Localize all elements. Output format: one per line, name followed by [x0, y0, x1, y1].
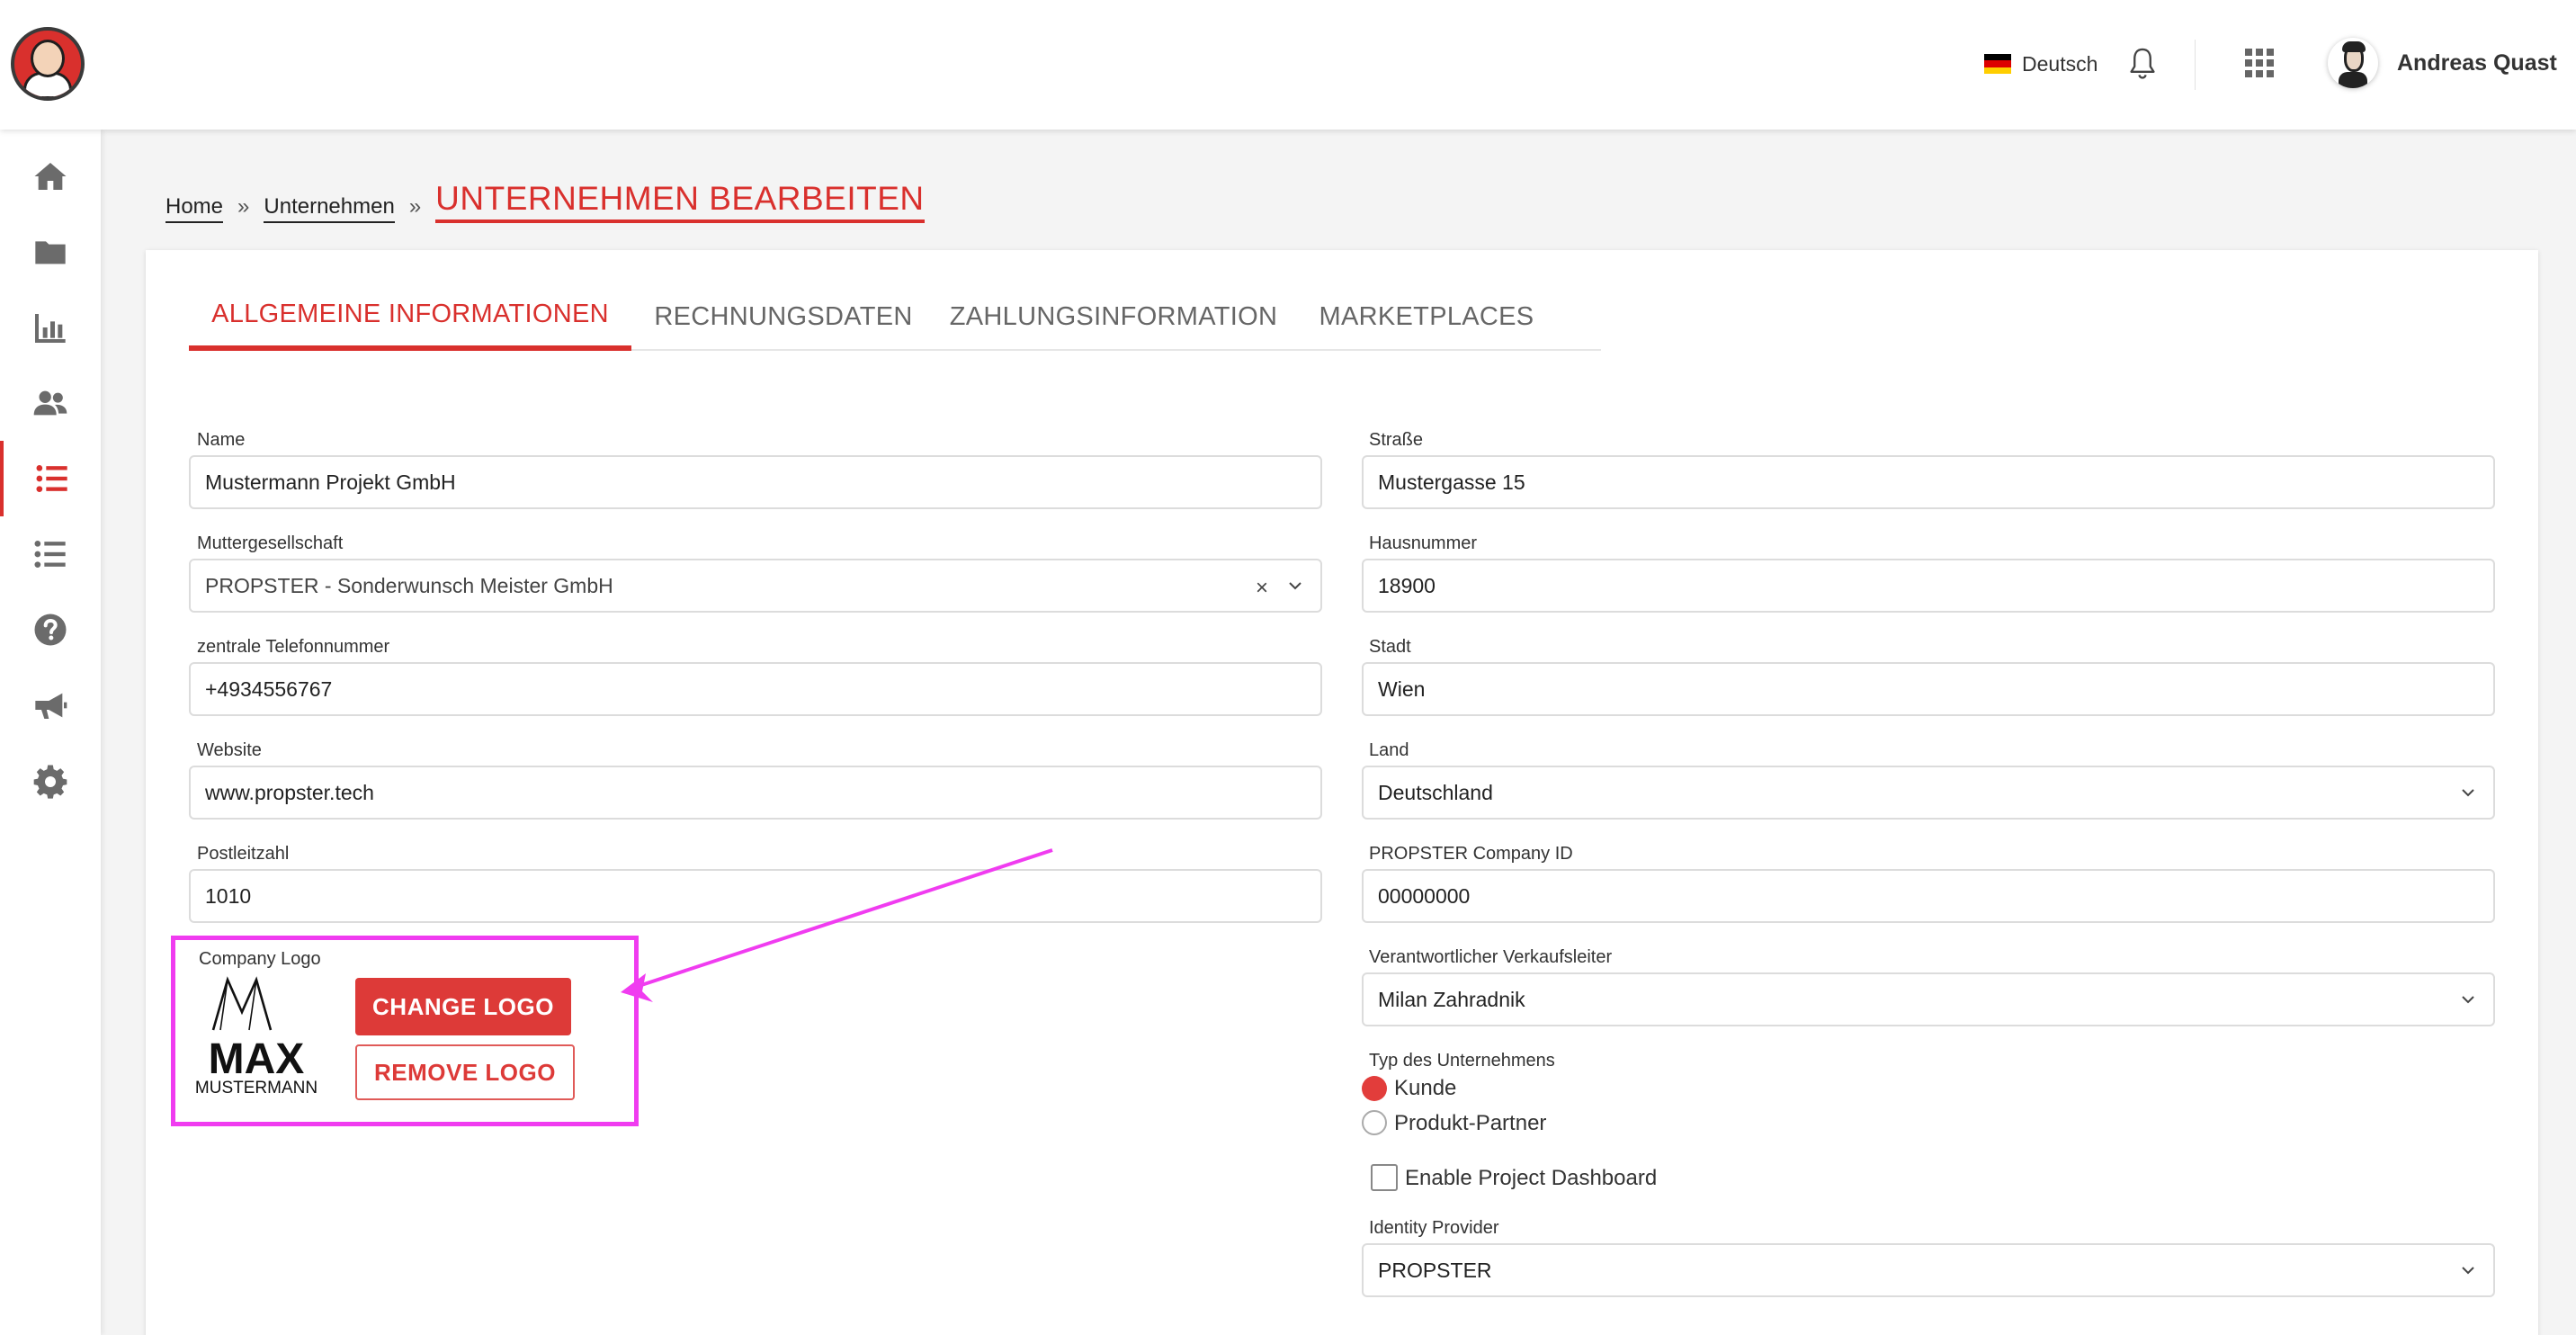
tab-marketplaces[interactable]: MARKETPLACES	[1302, 282, 1551, 351]
radio-product-partner[interactable]	[1362, 1110, 1387, 1135]
parent-company-select[interactable]: PROPSTER - Sonderwunsch Meister GmbH ×	[189, 559, 1322, 613]
page-title: UNTERNEHMEN BEARBEITEN	[435, 180, 925, 223]
country-label: Land	[1369, 740, 1409, 760]
city-input[interactable]: Wien	[1362, 662, 2495, 716]
logo-text-main: MAX	[209, 1035, 305, 1083]
sidebar-item-lists[interactable]	[0, 516, 101, 592]
identity-provider-label: Identity Provider	[1369, 1218, 1499, 1238]
sidebar-item-announcements[interactable]	[0, 668, 101, 743]
home-icon	[34, 163, 67, 190]
sales-lead-label: Verantwortlicher Verkaufsleiter	[1369, 947, 1613, 967]
remove-logo-button[interactable]: REMOVE LOGO	[355, 1044, 575, 1100]
company-id-label: PROPSTER Company ID	[1369, 844, 1573, 864]
identity-provider-select[interactable]: PROPSTER	[1362, 1243, 2495, 1297]
city-label: Stadt	[1369, 637, 1411, 657]
top-header: Deutsch Andreas Quast	[0, 0, 2576, 130]
avatar[interactable]	[2328, 38, 2378, 88]
radio-customer-label[interactable]: Kunde	[1394, 1076, 1456, 1101]
street-label: Straße	[1369, 430, 1424, 450]
website-input[interactable]: www.propster.tech	[189, 766, 1322, 820]
tab-billing-data[interactable]: RECHNUNGSDATEN	[642, 282, 925, 351]
zip-input[interactable]: 1010	[189, 869, 1322, 923]
breadcrumb-home[interactable]: Home	[165, 194, 224, 223]
folder-icon	[35, 241, 66, 264]
website-label: Website	[197, 740, 262, 760]
language-label: Deutsch	[2022, 51, 2098, 76]
dashboard-checkbox[interactable]	[1371, 1164, 1398, 1191]
chevron-down-icon[interactable]	[1288, 578, 1302, 593]
zip-label: Postleitzahl	[197, 844, 290, 864]
company-logo-image: MAX MUSTERMANN	[195, 976, 318, 1098]
language-selector[interactable]: Deutsch	[1984, 50, 2097, 77]
chevron-down-icon[interactable]	[2461, 1263, 2475, 1277]
company-logo-label: Company Logo	[199, 949, 321, 969]
sidebar-item-projects[interactable]	[0, 214, 101, 290]
house-number-label: Hausnummer	[1369, 533, 1478, 553]
bell-icon[interactable]	[2126, 47, 2159, 81]
sidebar	[0, 130, 101, 1335]
clear-icon[interactable]: ×	[1256, 576, 1268, 601]
gear-icon	[33, 765, 67, 799]
chevron-down-icon[interactable]	[2461, 992, 2475, 1007]
sidebar-item-home[interactable]	[0, 139, 101, 214]
identity-provider-value: PROPSTER	[1378, 1258, 1492, 1282]
company-type-label: Typ des Unternehmens	[1369, 1051, 1555, 1071]
breadcrumb-companies[interactable]: Unternehmen	[264, 194, 395, 223]
sidebar-item-settings[interactable]	[0, 743, 101, 819]
company-logo-section: Company Logo MAX MUSTERMANN CHANGE LOGO …	[171, 936, 639, 1126]
breadcrumb-separator: »	[408, 194, 422, 219]
radio-product-partner-label[interactable]: Produkt-Partner	[1394, 1111, 1546, 1136]
street-input[interactable]: Mustergasse 15	[1362, 455, 2495, 509]
header-divider	[2195, 40, 2196, 90]
brand-logo[interactable]	[11, 27, 85, 101]
breadcrumb-separator: »	[237, 194, 250, 219]
company-id-input[interactable]: 00000000	[1362, 869, 2495, 923]
tab-bar: ALLGEMEINE INFORMATIONEN RECHNUNGSDATEN …	[189, 282, 1601, 351]
list-icon	[36, 465, 67, 492]
megaphone-icon	[35, 693, 67, 719]
logo-text-sub: MUSTERMANN	[195, 1079, 318, 1098]
parent-company-value: PROPSTER - Sonderwunsch Meister GmbH	[205, 573, 613, 597]
tab-general-info[interactable]: ALLGEMEINE INFORMATIONEN	[189, 282, 631, 351]
breadcrumb: Home » Unternehmen » UNTERNEHMEN BEARBEI…	[165, 169, 925, 223]
help-icon	[34, 614, 67, 646]
tab-payment-info[interactable]: ZAHLUNGSINFORMATION	[935, 282, 1292, 351]
sidebar-item-users[interactable]	[0, 365, 101, 441]
user-name[interactable]: Andreas Quast	[2397, 50, 2557, 76]
germany-flag-icon	[1984, 54, 2011, 74]
radio-customer[interactable]	[1362, 1076, 1387, 1101]
parent-company-label: Muttergesellschaft	[197, 533, 344, 553]
dashboard-checkbox-label[interactable]: Enable Project Dashboard	[1405, 1166, 1657, 1191]
country-value: Deutschland	[1378, 780, 1493, 804]
name-label: Name	[197, 430, 246, 450]
phone-input[interactable]: +4934556767	[189, 662, 1322, 716]
apps-grid-icon[interactable]	[2245, 49, 2274, 77]
sales-lead-select[interactable]: Milan Zahradnik	[1362, 972, 2495, 1026]
sidebar-item-help[interactable]	[0, 592, 101, 668]
sales-lead-value: Milan Zahradnik	[1378, 987, 1525, 1011]
chart-icon	[35, 314, 66, 343]
edit-company-card: ALLGEMEINE INFORMATIONEN RECHNUNGSDATEN …	[146, 250, 2538, 1335]
users-icon	[33, 390, 67, 416]
country-select[interactable]: Deutschland	[1362, 766, 2495, 820]
house-number-input[interactable]: 18900	[1362, 559, 2495, 613]
sidebar-item-companies[interactable]	[0, 441, 101, 516]
phone-label: zentrale Telefonnummer	[197, 637, 390, 657]
chevron-down-icon[interactable]	[2461, 785, 2475, 800]
change-logo-button[interactable]: CHANGE LOGO	[355, 978, 571, 1035]
name-input[interactable]: Mustermann Projekt GmbH	[189, 455, 1322, 509]
list-icon	[34, 541, 66, 568]
sidebar-item-reports[interactable]	[0, 290, 101, 365]
